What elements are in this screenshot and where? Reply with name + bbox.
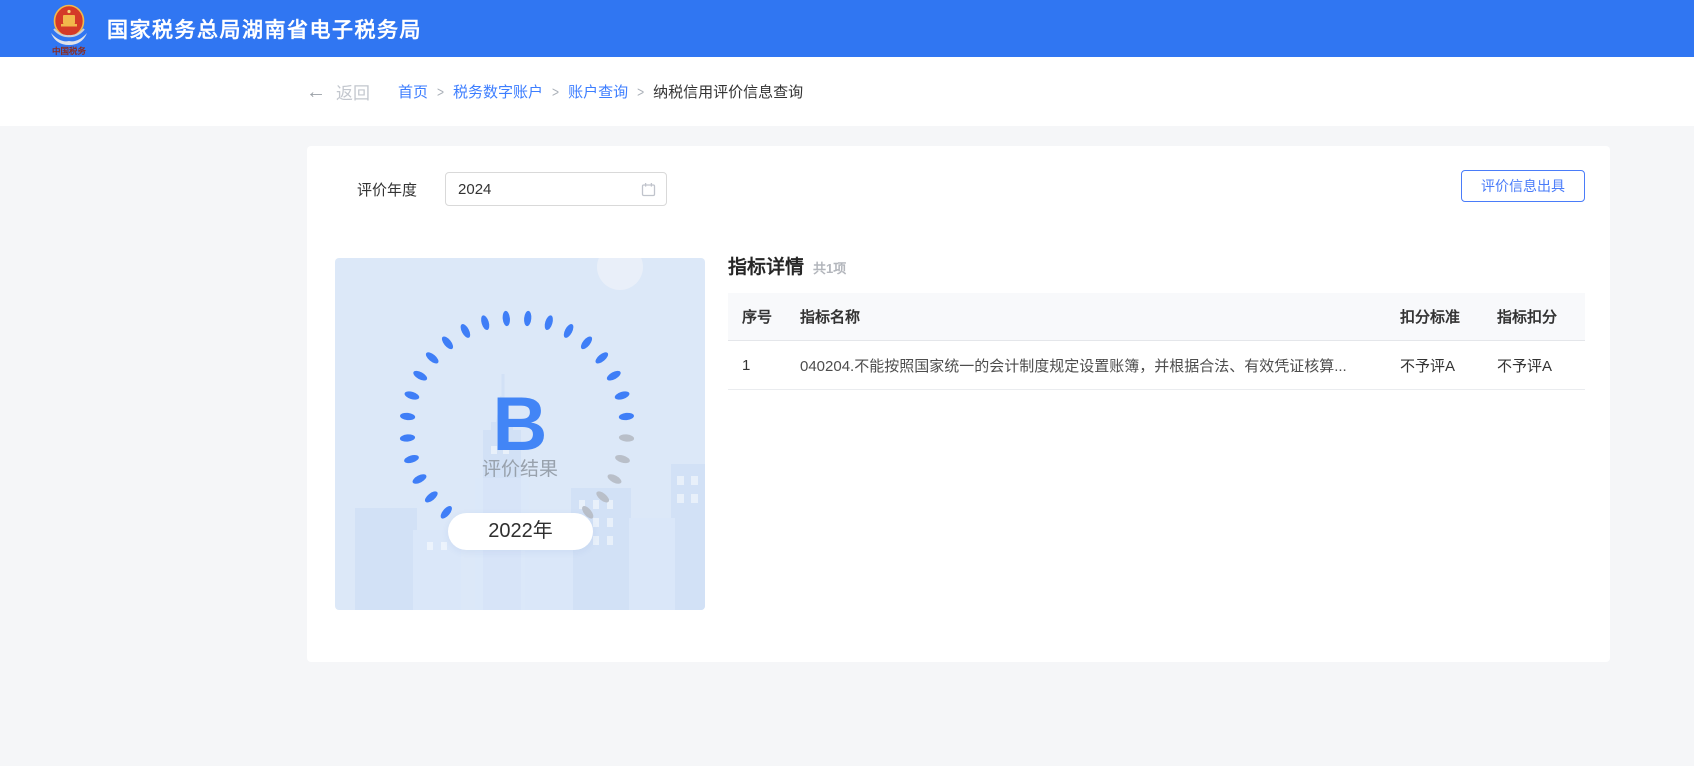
col-header-deduction: 指标扣分 <box>1497 306 1585 327</box>
rating-caption: 评价结果 <box>335 458 705 482</box>
breadcrumb-separator: > <box>637 83 644 100</box>
calendar-icon <box>641 182 656 197</box>
issue-evaluation-info-button[interactable]: 评价信息出具 <box>1461 170 1585 202</box>
breadcrumb-bar: ← 返回 首页 > 税务数字账户 > 账户查询 > 纳税信用评价信息查询 <box>0 57 1694 126</box>
col-header-no: 序号 <box>742 306 800 327</box>
back-button[interactable]: ← 返回 <box>306 79 370 104</box>
cell-no: 1 <box>742 357 800 374</box>
breadcrumb-current: 纳税信用评价信息查询 <box>653 81 803 102</box>
rating-card: B 评价结果 2022年 <box>335 258 705 610</box>
evaluation-year-label: 评价年度 <box>357 179 417 200</box>
back-label: 返回 <box>336 79 370 104</box>
cell-standard: 不予评A <box>1400 355 1497 376</box>
rating-year-badge: 2022年 <box>448 513 593 550</box>
app-root: 中国税务 国家税务总局湖南省电子税务局 ← 返回 首页 > 税务数字账户 > 账… <box>0 0 1694 766</box>
logo-caption: 中国税务 <box>52 46 87 56</box>
table-header-row: 序号 指标名称 扣分标准 指标扣分 <box>728 293 1585 341</box>
breadcrumb-link-account-query[interactable]: 账户查询 <box>568 81 628 102</box>
cell-name: 040204.不能按照国家统一的会计制度规定设置账簿，并根据合法、有效凭证核算.… <box>800 355 1400 376</box>
app-title: 国家税务总局湖南省电子税务局 <box>107 14 422 44</box>
tax-emblem-logo: 中国税务 <box>44 3 94 57</box>
breadcrumb-separator: > <box>437 83 444 100</box>
top-header: 中国税务 国家税务总局湖南省电子税务局 <box>0 0 1694 57</box>
evaluation-year-filter: 评价年度 2024 <box>357 172 667 206</box>
col-header-name: 指标名称 <box>800 306 1400 327</box>
cell-deduction: 不予评A <box>1497 355 1585 376</box>
rating-grade: B <box>335 382 705 468</box>
col-header-standard: 扣分标准 <box>1400 306 1497 327</box>
evaluation-year-value: 2024 <box>458 181 491 198</box>
indicators-table: 序号 指标名称 扣分标准 指标扣分 1 040204.不能按照国家统一的会计制度… <box>728 293 1585 390</box>
details-title: 指标详情 <box>728 252 804 279</box>
evaluation-year-input[interactable]: 2024 <box>445 172 667 206</box>
breadcrumb: 首页 > 税务数字账户 > 账户查询 > 纳税信用评价信息查询 <box>398 81 803 102</box>
table-row[interactable]: 1 040204.不能按照国家统一的会计制度规定设置账簿，并根据合法、有效凭证核… <box>728 341 1585 390</box>
breadcrumb-link-digital-account[interactable]: 税务数字账户 <box>453 81 543 102</box>
breadcrumb-link-home[interactable]: 首页 <box>398 81 428 102</box>
details-count: 共1项 <box>813 258 846 277</box>
breadcrumb-separator: > <box>552 83 559 100</box>
details-section: 指标详情 共1项 序号 指标名称 扣分标准 指标扣分 1 040204.不能按照… <box>728 252 1585 390</box>
content-panel: 评价年度 2024 评价信息出具 <box>307 146 1610 662</box>
back-arrow-icon: ← <box>306 82 326 102</box>
